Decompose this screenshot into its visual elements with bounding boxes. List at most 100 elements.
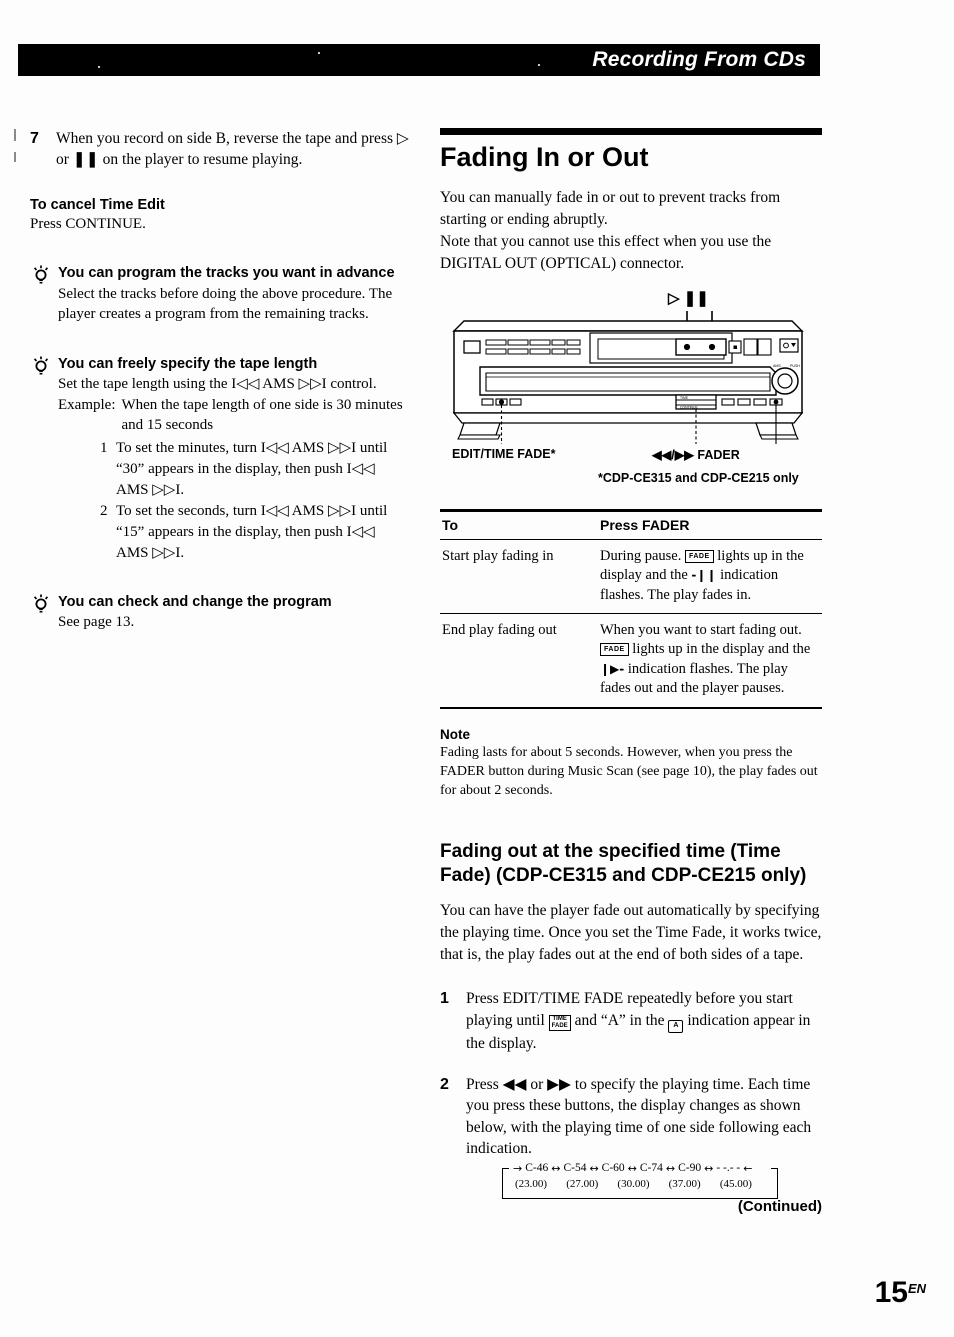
tf2-text-2: or [526,1076,548,1094]
table-header-press-fader: Press FADER [598,508,822,540]
sequence-time: (45.00) [719,1177,752,1190]
time-fade-step-2: 2 Press ◀◀ or ▶▶ to specify the playing … [440,1074,822,1160]
page-number: 15EN [875,1278,926,1308]
row1-text-1: During pause. [600,547,685,564]
tip-substep: 1 To set the minutes, turn I◁◁ AMS ▷▷I u… [100,438,410,500]
registration-mark [14,152,16,162]
table-cell-action: Start play fading in [440,539,598,614]
note-text: Fading lasts for about 5 seconds. Howeve… [440,744,818,798]
sequence-label: C-46 [525,1162,549,1175]
tip-substep-text: To set the seconds, turn I◁◁ AMS ▷▷I unt… [116,503,388,561]
time-fade-intro: You can have the player fade out automat… [440,902,822,964]
sequence-label: C-54 [563,1162,587,1175]
tip-title: You can program the tracks you want in a… [58,265,395,282]
lightbulb-icon [30,264,52,286]
tip-substep-number: 2 [100,503,108,520]
tip-tape-length: You can freely specify the tape length S… [30,355,410,563]
svg-text:TIME: TIME [680,396,689,400]
table-row: End play fading out When you want to sta… [440,613,822,709]
left-column: 7 When you record on side B, reverse the… [30,128,410,633]
header-speck [98,66,100,68]
tf1-text-2: and “A” in the [570,1011,669,1029]
tip-substeps: 1 To set the minutes, turn I◁◁ AMS ▷▷I u… [58,438,410,563]
cassette-side-a-icon: A [668,1019,684,1033]
table-header-row: To Press FADER [440,508,822,540]
time-fade-step-1-text: Press EDIT/TIME FADE repeatedly before y… [466,988,822,1054]
registration-mark [14,129,16,141]
table-cell-action: End play fading out [440,613,598,709]
time-fade-title: Fading out at the specified time (Time F… [440,840,807,887]
section-rule [440,128,822,135]
page-number-suffix: EN [907,1281,926,1296]
tip-substep-text: To set the minutes, turn I◁◁ AMS ▷▷I unt… [116,440,388,498]
table-row: Start play fading in During pause. FADE … [440,539,822,614]
section-title: Fading In or Out [440,142,649,172]
sequence-labels-row: → C-46 ↔ C-54 ↔ C-60 ↔ C-74 ↔ C-90 ↔ - -… [509,1161,771,1175]
table-header-to: To [440,508,598,540]
tip-substep-number: 1 [100,440,108,457]
step-7-text-after: on the player to resume playing. [98,151,303,169]
tip-title: You can freely specify the tape length [58,355,318,372]
time-fade-indicator-icon: TIME FADE [548,1014,571,1031]
row2-text-1: When you want to start fading out. [600,621,802,638]
cancel-time-edit-text: Press CONTINUE. [30,215,146,232]
fader-table: To Press FADER Start play fading in Duri… [440,508,822,709]
step-7-text-before: When you record on side B, reverse the t… [56,130,397,147]
sequence-arrow: ↔ [665,1161,676,1175]
rewind-icon: ◀◀ [502,1075,527,1094]
time-fade-step-1: 1 Press EDIT/TIME FADE repeatedly before… [440,988,822,1054]
figure-callout-play-pause: ▷ ❚❚ [668,289,709,307]
manual-page: Recording From CDs 7 When you record on … [0,0,954,1337]
step-7: 7 When you record on side B, reverse the… [30,128,410,171]
continued-label: (Continued) [737,1198,822,1215]
example-text: When the tape length of one side is 30 m… [121,396,403,434]
tip-substep: 2 To set the seconds, turn I◁◁ AMS ▷▷I u… [100,501,410,563]
right-column: Fading In or Out You can manually fade i… [440,128,822,1199]
fast-forward-icon: ▶▶ [547,1075,571,1094]
lightbulb-icon [30,593,52,615]
note-block: Note Fading lasts for about 5 seconds. H… [440,727,822,800]
svg-text:AMS: AMS [773,364,781,368]
pause-icon: ❚❚ [72,150,99,169]
play-indicator-icon: ❙▶- [600,661,625,676]
time-fade-icon-line2: FADE [551,1022,568,1029]
cd-player-figure: ▷ ❚❚ AMS PUSH TIME CONTINUE EDIT/TIME FA… [440,289,822,487]
row2-text-3: indication flashes. The play fades out a… [600,660,788,697]
play-icon: ▷ [396,129,409,147]
fade-indicator-icon: FADE [600,643,629,657]
page-header-bar: Recording From CDs [18,44,820,76]
header-speck [538,64,540,66]
sequence-time: (23.00) [515,1177,548,1190]
tip-text: Select the tracks before doing the above… [58,285,393,323]
time-fade-section: Fading out at the specified time (Time F… [440,840,822,1199]
sequence-label: C-74 [639,1162,663,1175]
section-intro: You can manually fade in or out to preve… [440,187,822,275]
sequence-time: (37.00) [668,1177,701,1190]
sequence-label: C-60 [601,1162,625,1175]
step-7-number: 7 [30,130,39,147]
table-cell-description: When you want to start fading out. FADE … [598,613,822,709]
fade-indicator-icon: FADE [684,549,714,563]
page-number-value: 15 [874,1276,908,1309]
time-fade-step-2-number: 2 [440,1076,449,1094]
sequence-times-row: (23.00) (27.00) (30.00) (37.00) (45.00) [509,1178,771,1190]
tip-title: You can check and change the program [58,594,332,611]
tip-text: Set the tape length using the I◁◁ AMS ▷▷… [58,376,377,393]
svg-text:PUSH: PUSH [790,364,800,368]
sequence-time: (30.00) [617,1177,650,1190]
row2-text-2: lights up in the display and the [628,641,811,658]
sequence-label: C-90 [678,1162,702,1175]
header-speck [318,52,320,54]
figure-footnote: *CDP-CE315 and CDP-CE215 only [598,470,799,485]
tip-text: See page 13. [58,614,135,631]
tf2-text-1: Press [466,1076,503,1094]
page-header-title: Recording From CDs [592,48,806,71]
tip-check-program: You can check and change the program See… [30,593,410,633]
sequence-tail-arrow: ← [743,1161,753,1175]
table-cell-description: During pause. FADE lights up in the disp… [598,539,822,614]
sequence-arrow: ↔ [704,1161,714,1175]
step-7-text-middle: or [56,151,73,169]
time-fade-step-1-number: 1 [440,990,449,1008]
sequence-arrow: ↔ [551,1161,561,1175]
svg-text:CONTINUE: CONTINUE [680,405,698,409]
